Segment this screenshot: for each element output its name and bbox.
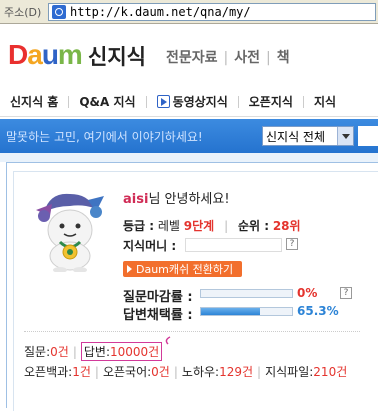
divider	[24, 331, 360, 332]
help-icon[interactable]: ?	[286, 238, 298, 250]
question-stat[interactable]: 질문:0건	[24, 345, 69, 359]
address-label: 주소(D)	[4, 5, 42, 19]
user-id[interactable]: aisi	[123, 192, 148, 207]
answer-adopt-row: 답변채택률 :	[123, 304, 193, 323]
nav-item-home[interactable]: 신지식 홈	[0, 93, 68, 110]
knowhow-stat[interactable]: 노하우:129건	[182, 365, 253, 379]
file-stat[interactable]: 지식파일:210건	[265, 365, 347, 379]
service-title[interactable]: 신지식	[88, 41, 146, 71]
help-icon[interactable]: ?	[340, 287, 352, 299]
logo-letter-m: m	[57, 39, 83, 70]
address-bar: 주소(D) http://k.daum.net/qna/my/	[0, 0, 378, 24]
arrow-right-icon	[127, 265, 132, 273]
chevron-down-icon[interactable]	[337, 127, 353, 145]
answer-adopt-pct: 65.3%	[297, 304, 339, 318]
money-row: 지식머니 :	[123, 237, 176, 254]
url-text: http://k.daum.net/qna/my/	[70, 4, 251, 19]
grade-row: 등급 : 레벨 9단계 | 순위 : 28위	[123, 219, 301, 233]
grade-prefix: 레벨	[157, 219, 184, 233]
money-label: 지식머니 :	[123, 239, 177, 253]
logo-letter-d: D	[8, 39, 28, 70]
grade-label: 등급 :	[123, 219, 155, 233]
link-expert-data[interactable]: 전문자료	[166, 50, 218, 66]
spacer	[0, 153, 378, 162]
answer-adopt-bar	[200, 307, 293, 316]
avatar	[30, 186, 110, 272]
site-header: Daum 신지식 전문자료 | 사전 | 책	[0, 25, 378, 83]
greeting: aisi님 안녕하세요!	[123, 192, 230, 207]
link-books[interactable]: 책	[277, 50, 290, 66]
grade-value: 9단계	[183, 219, 215, 233]
answer-adopt-label: 답변채택률 :	[123, 308, 193, 323]
cash-convert-button[interactable]: Daum캐쉬 전환하기	[123, 261, 242, 277]
question-close-pct: 0%	[297, 286, 318, 300]
question-close-label: 질문마감률 :	[123, 290, 193, 305]
money-value-box	[185, 238, 282, 252]
rank-value: 28위	[272, 219, 301, 233]
question-close-bar	[200, 289, 293, 298]
daum-logo[interactable]: Daum	[8, 39, 83, 71]
cursor-icon	[165, 336, 171, 345]
nav-item-video[interactable]: 동영상지식	[147, 93, 238, 110]
answer-adopt-fill	[201, 308, 261, 315]
header-links: 전문자료 | 사전 | 책	[166, 50, 290, 66]
main-nav: 신지식 홈 Q&A 지식 동영상지식 오픈지식 지식	[0, 87, 378, 117]
logo-letter-a: a	[27, 39, 43, 70]
stats-row-1: 질문:0건 | 답변:10000건	[24, 342, 163, 361]
question-close-row: 질문마감률 :	[123, 286, 193, 305]
open-wiki-stat[interactable]: 오픈백과:1건	[24, 365, 91, 379]
url-field[interactable]: http://k.daum.net/qna/my/	[48, 2, 376, 21]
video-play-icon	[156, 95, 170, 108]
search-input[interactable]	[358, 126, 378, 146]
nav-item-open[interactable]: 오픈지식	[239, 93, 303, 110]
open-dict-stat[interactable]: 오픈국어:0건	[103, 365, 170, 379]
nav-item-more[interactable]: 지식	[304, 93, 346, 110]
link-dictionary[interactable]: 사전	[234, 50, 260, 66]
stats-row-2: 오픈백과:1건 | 오픈국어:0건 | 노하우:129건 | 지식파일:210건	[24, 365, 348, 379]
search-scope-select[interactable]: 신지식 전체	[262, 126, 354, 146]
rank-label: 순위 :	[237, 219, 269, 233]
logo-letter-u: u	[41, 39, 59, 70]
answer-stat[interactable]: 답변:10000건	[80, 342, 163, 361]
search-prompt[interactable]: 말못하는 고민, 여기에서 이야기하세요!	[0, 128, 262, 145]
search-bar: 말못하는 고민, 여기에서 이야기하세요! 신지식 전체	[0, 119, 378, 153]
globe-icon	[52, 4, 66, 19]
nav-item-qna[interactable]: Q&A 지식	[69, 93, 145, 110]
